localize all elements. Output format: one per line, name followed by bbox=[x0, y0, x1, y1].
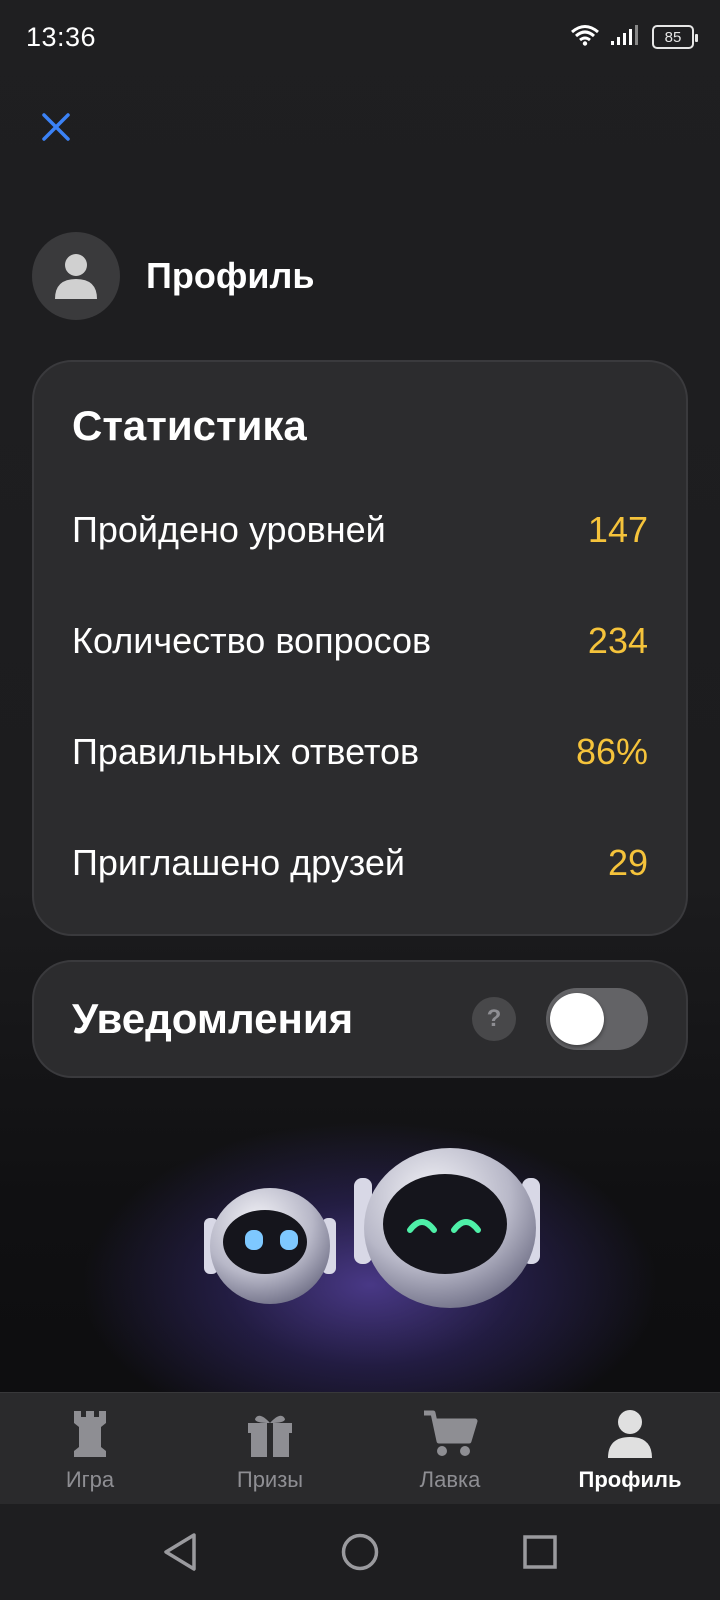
help-button[interactable]: ? bbox=[472, 997, 516, 1041]
stat-row-questions: Количество вопросов 234 bbox=[72, 585, 648, 696]
notifications-card: Уведомления ? bbox=[32, 960, 688, 1078]
nav-item-shop[interactable]: Лавка bbox=[360, 1393, 540, 1504]
status-icons: 85 bbox=[570, 24, 698, 51]
recents-button[interactable] bbox=[510, 1522, 570, 1582]
person-icon bbox=[55, 254, 97, 299]
status-bar: 13:36 85 bbox=[0, 0, 720, 74]
stat-label: Правильных ответов bbox=[72, 730, 420, 772]
stat-label: Пройдено уровней bbox=[72, 508, 386, 550]
notifications-title: Уведомления bbox=[72, 995, 354, 1042]
cart-icon bbox=[420, 1405, 480, 1463]
avatar[interactable] bbox=[32, 232, 120, 320]
status-time: 13:36 bbox=[26, 21, 97, 52]
close-icon bbox=[42, 113, 70, 141]
recents-square-icon bbox=[523, 1535, 557, 1569]
battery-icon: 85 bbox=[652, 25, 698, 49]
nav-label: Призы bbox=[236, 1467, 304, 1492]
home-button[interactable] bbox=[330, 1522, 390, 1582]
wifi-icon bbox=[570, 24, 600, 51]
nav-item-prizes[interactable]: Призы bbox=[180, 1393, 360, 1504]
nav-item-profile[interactable]: Профиль bbox=[540, 1393, 720, 1504]
stat-label: Количество вопросов bbox=[72, 619, 432, 661]
stats-card: Статистика Пройдено уровней 147 Количест… bbox=[32, 360, 688, 936]
nav-item-game[interactable]: Игра bbox=[0, 1393, 180, 1504]
stat-row-levels: Пройдено уровней 147 bbox=[72, 474, 648, 585]
nav-label: Игра bbox=[65, 1467, 115, 1492]
back-triangle-icon bbox=[164, 1533, 196, 1571]
stat-value: 234 bbox=[587, 619, 648, 661]
nav-label: Лавка bbox=[419, 1467, 481, 1492]
robots-image bbox=[204, 1148, 540, 1308]
stat-label: Приглашено друзей bbox=[72, 841, 406, 883]
toggle-knob bbox=[550, 993, 604, 1045]
gift-icon bbox=[240, 1405, 300, 1463]
stats-title: Статистика bbox=[72, 402, 307, 449]
notifications-toggle[interactable] bbox=[546, 988, 648, 1050]
nav-label: Профиль bbox=[578, 1467, 682, 1492]
person-icon bbox=[600, 1405, 660, 1463]
stat-row-correct: Правильных ответов 86% bbox=[72, 696, 648, 807]
system-nav-bar bbox=[0, 1504, 720, 1600]
page-title: Профиль bbox=[146, 255, 315, 296]
stat-value: 29 bbox=[607, 841, 648, 883]
bottom-nav: Игра Призы Лавка Профиль bbox=[0, 1392, 720, 1504]
big-robot bbox=[354, 1148, 540, 1308]
back-button[interactable] bbox=[150, 1522, 210, 1582]
home-circle-icon bbox=[341, 1533, 379, 1571]
stat-value: 86% bbox=[575, 730, 648, 772]
small-robot bbox=[204, 1188, 336, 1304]
profile-header: Профиль bbox=[32, 232, 315, 320]
stat-value: 147 bbox=[587, 508, 648, 550]
stats-list: Пройдено уровней 147 Количество вопросов… bbox=[72, 474, 648, 918]
stat-row-friends: Приглашено друзей 29 bbox=[72, 807, 648, 918]
signal-icon bbox=[610, 24, 642, 51]
rook-icon bbox=[60, 1405, 120, 1463]
robots-illustration bbox=[0, 1100, 720, 1392]
close-button[interactable] bbox=[32, 103, 80, 151]
